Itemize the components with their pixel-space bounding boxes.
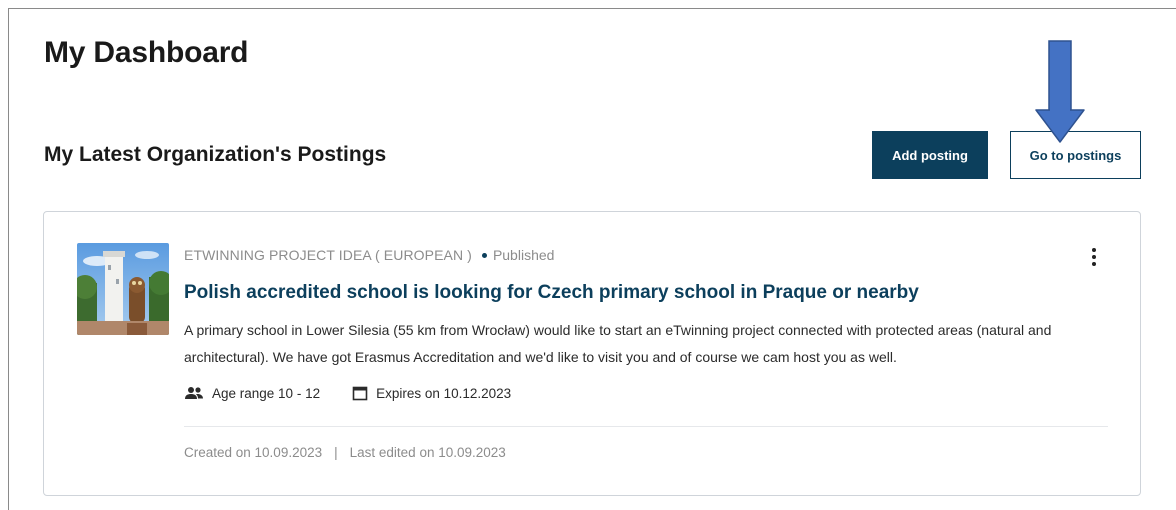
posting-description: A primary school in Lower Silesia (55 km… bbox=[184, 322, 1052, 365]
people-icon bbox=[185, 387, 203, 399]
posting-title-link[interactable]: Polish accredited school is looking for … bbox=[184, 282, 919, 304]
status-dot-icon bbox=[481, 252, 487, 258]
created-date: Created on 10.09.2023 bbox=[184, 445, 323, 460]
down-arrow-icon bbox=[1035, 40, 1085, 143]
more-vertical-icon[interactable] bbox=[1084, 246, 1104, 268]
status-label: Published bbox=[492, 247, 555, 263]
age-range-label: Age range 10 - 12 bbox=[212, 385, 321, 401]
edited-date: Last edited on 10.09.2023 bbox=[349, 445, 506, 460]
card-divider bbox=[184, 426, 1108, 427]
age-range: Age range 10 - 12 bbox=[184, 386, 320, 401]
status-badge: Published bbox=[481, 247, 555, 263]
footer-separator: | bbox=[334, 445, 338, 460]
expiry-label: Expires on 10.12.2023 bbox=[376, 385, 512, 401]
posting-details: Age range 10 - 12 Expires on 10.12.2023 bbox=[184, 385, 543, 401]
posting-card: ETWINNING PROJECT IDEA ( EUROPEAN ) Publ… bbox=[43, 211, 1141, 496]
section-title: My Latest Organization's Postings bbox=[44, 143, 387, 166]
posting-type: ETWINNING PROJECT IDEA ( EUROPEAN ) bbox=[184, 247, 472, 263]
posting-thumbnail bbox=[77, 243, 169, 335]
expiry: Expires on 10.12.2023 bbox=[352, 385, 511, 401]
posting-meta: ETWINNING PROJECT IDEA ( EUROPEAN ) Publ… bbox=[184, 247, 554, 263]
calendar-icon bbox=[352, 386, 368, 401]
page-title: My Dashboard bbox=[44, 36, 249, 69]
posting-footer: Created on 10.09.2023 | Last edited on 1… bbox=[184, 445, 506, 460]
add-posting-button[interactable]: Add posting bbox=[872, 131, 988, 179]
